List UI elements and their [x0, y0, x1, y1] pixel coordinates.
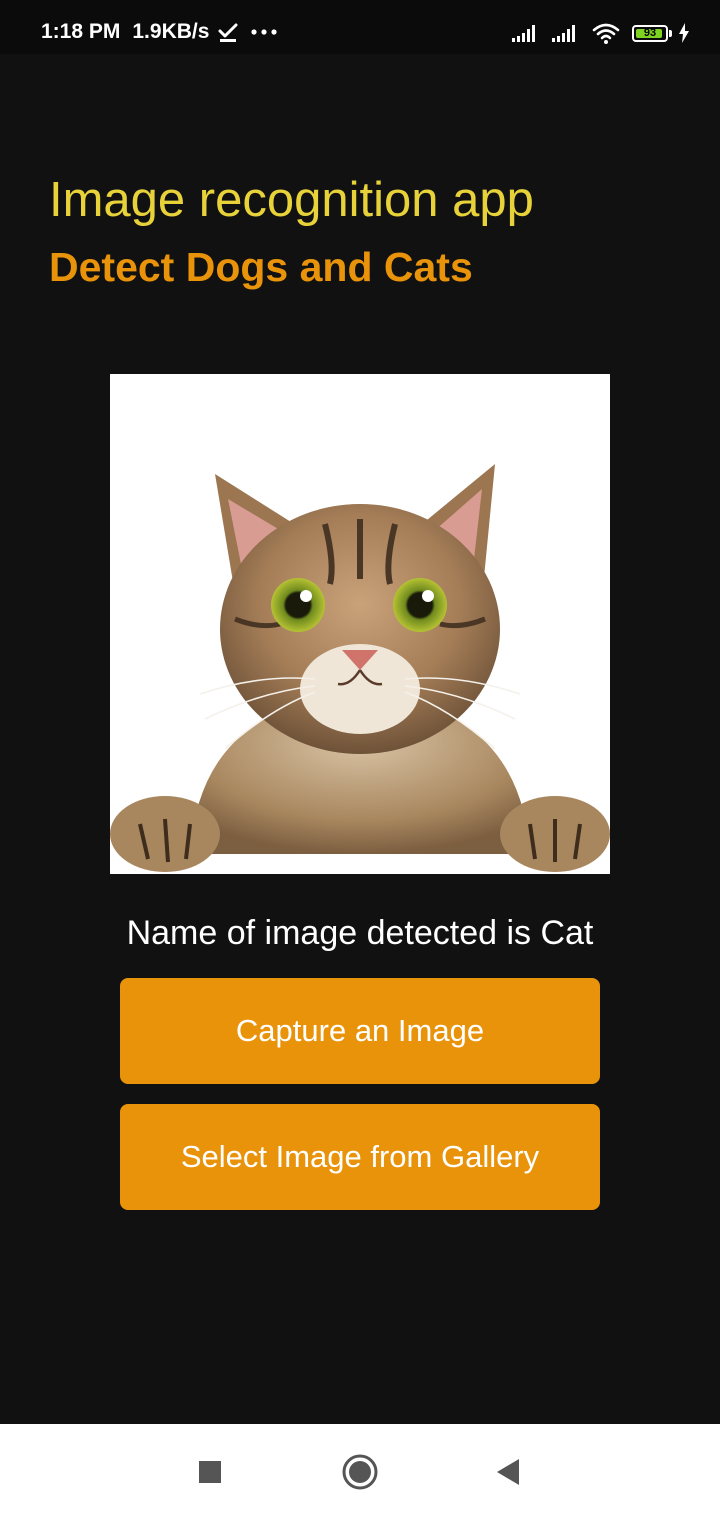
capture-image-button[interactable]: Capture an Image [120, 978, 600, 1084]
status-right: 93 [512, 22, 690, 44]
battery-icon: 93 [632, 24, 672, 42]
status-bar: 1:18 PM 1.9KB/s 93 [0, 0, 720, 54]
detected-image [110, 374, 610, 874]
back-triangle-icon[interactable] [486, 1450, 530, 1494]
app-screen: 1:18 PM 1.9KB/s 93 Image recognition app… [0, 0, 720, 1520]
recents-square-icon[interactable] [188, 1450, 232, 1494]
signal-icon [512, 24, 540, 42]
status-time: 1:18 PM [41, 20, 121, 43]
detection-result-text: Name of image detected is Cat [126, 914, 594, 952]
select-gallery-button[interactable]: Select Image from Gallery [120, 1104, 600, 1210]
battery-level: 93 [643, 27, 657, 39]
network-speed: 1.9KB/s [132, 20, 210, 43]
wifi-icon [592, 22, 620, 44]
signal-icon [552, 24, 580, 42]
status-left: 1:18 PM 1.9KB/s [41, 20, 278, 44]
home-circle-icon[interactable] [338, 1450, 382, 1494]
charging-icon [678, 23, 690, 43]
navigation-bar [0, 1424, 720, 1520]
cat-image [110, 464, 610, 872]
app-title: Image recognition app [49, 173, 534, 227]
download-done-icon [217, 21, 239, 43]
more-dots-icon [251, 29, 278, 35]
app-subtitle: Detect Dogs and Cats [49, 244, 473, 290]
